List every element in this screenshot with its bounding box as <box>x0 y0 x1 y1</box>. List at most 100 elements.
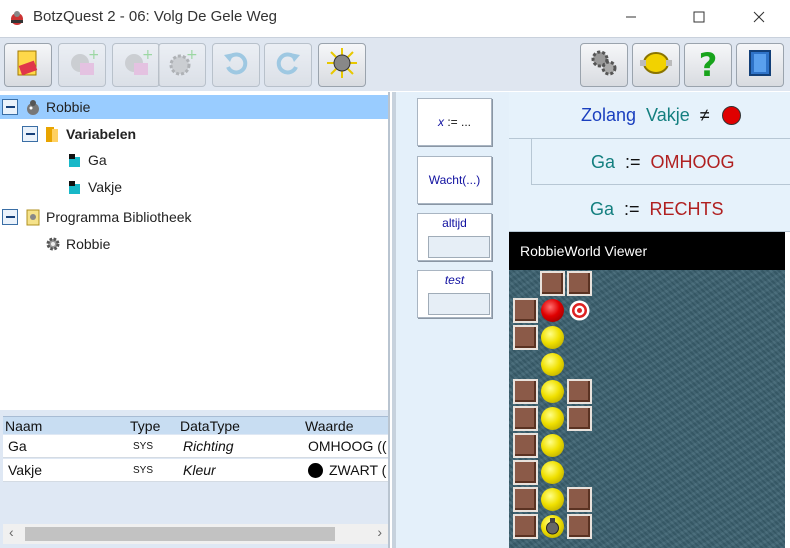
scroll-left-arrow[interactable]: ‹ <box>9 524 14 540</box>
not-equal-operator: ≠ <box>699 105 710 125</box>
red-ball <box>540 298 565 323</box>
exit-door-icon <box>744 47 776 84</box>
program-editor[interactable]: Zolang Vakje ≠ Ga := OMHOOG Ga := RECHTS <box>509 92 790 232</box>
cell-datatype: Richting <box>183 438 234 454</box>
always-statement-card[interactable]: altijd <box>417 213 492 261</box>
horizontal-scrollbar[interactable]: ‹ › <box>3 524 388 544</box>
viewer-title: RobbieWorld Viewer <box>520 243 648 259</box>
assign-value: RECHTS <box>649 199 724 219</box>
maximize-button[interactable] <box>676 0 722 34</box>
gear-icon <box>44 235 62 253</box>
condition-slot <box>428 293 490 315</box>
table-row[interactable]: Vakje SYS Kleur ZWART ( <box>3 459 388 482</box>
while-block[interactable]: Zolang Vakje ≠ <box>509 92 790 139</box>
robot-icon <box>546 518 559 535</box>
cell-datatype: Kleur <box>183 462 216 478</box>
black-dot-icon <box>308 462 323 478</box>
redo-icon <box>272 47 304 84</box>
wall-tile <box>567 406 592 431</box>
redo-button[interactable] <box>264 43 312 87</box>
table-row[interactable]: Ga SYS Richting OMHOOG (( <box>3 435 388 458</box>
statement-palette: x := ... Wacht(...) altijd test <box>392 92 509 548</box>
folder-icon <box>44 125 62 143</box>
test-statement-card[interactable]: test <box>417 270 492 318</box>
coin-button[interactable] <box>632 43 680 87</box>
tree-item-robbie[interactable]: Robbie <box>0 95 388 119</box>
assign-statement-1[interactable]: Ga := OMHOOG <box>531 139 790 185</box>
collapse-toggle[interactable] <box>2 209 18 225</box>
scrollbar-thumb[interactable] <box>25 527 335 541</box>
add-robot-button-2[interactable]: + <box>112 43 160 87</box>
undo-button[interactable] <box>212 43 260 87</box>
wall-tile <box>513 406 538 431</box>
scroll-right-arrow[interactable]: › <box>377 524 382 540</box>
tree-item-var-vakje[interactable]: Vakje <box>66 175 122 199</box>
add-robot-pink-icon: + <box>66 47 100 84</box>
tree-item-lib-robbie[interactable]: Robbie <box>44 232 110 256</box>
assign-operator: := <box>624 199 640 219</box>
bomb-spark-icon <box>325 46 359 85</box>
tree-item-label: Programma Bibliotheek <box>46 209 192 225</box>
wall-tile <box>567 271 592 296</box>
wait-statement-card[interactable]: Wacht(...) <box>417 156 492 204</box>
minimize-button[interactable] <box>608 0 654 34</box>
tree-item-label: Vakje <box>88 179 122 195</box>
tree-item-label: Robbie <box>66 236 111 252</box>
while-keyword: Zolang <box>581 105 637 125</box>
cell-naam: Vakje <box>8 462 42 478</box>
yellow-ball <box>540 379 565 404</box>
title-bar: BotzQuest 2 - 06: Volg De Gele Weg <box>0 0 790 36</box>
help-button[interactable]: ? <box>684 43 732 87</box>
svg-text:+: + <box>186 47 198 63</box>
wall-tile <box>540 271 565 296</box>
world-canvas[interactable] <box>509 270 785 548</box>
library-book-icon <box>24 208 42 226</box>
wall-tile <box>567 487 592 512</box>
tree-item-variabelen[interactable]: Variabelen <box>22 122 136 146</box>
run-button[interactable] <box>318 43 366 87</box>
assign-statement-2[interactable]: Ga := RECHTS <box>509 185 790 232</box>
add-gear-button[interactable]: + <box>158 43 206 87</box>
while-line: Zolang Vakje ≠ <box>581 105 741 126</box>
program-tree[interactable]: Robbie Variabelen Ga Vakje Programma Bib… <box>0 92 390 410</box>
wall-tile <box>513 487 538 512</box>
tree-item-var-ga[interactable]: Ga <box>66 148 107 172</box>
wall-tile <box>513 460 538 485</box>
col-header-naam[interactable]: Naam <box>5 418 42 434</box>
help-icon: ? <box>698 46 718 84</box>
close-button[interactable] <box>736 0 782 34</box>
exit-button[interactable] <box>736 43 784 87</box>
assign-variable: Ga <box>591 152 616 172</box>
yellow-ball <box>540 487 565 512</box>
col-header-waarde[interactable]: Waarde <box>305 418 354 434</box>
toolbar: + + + ? <box>0 37 790 91</box>
grid-header: Naam Type DataType Waarde <box>3 416 388 434</box>
yellow-ball <box>540 352 565 377</box>
coin-icon <box>638 47 674 84</box>
wall-tile <box>513 514 538 539</box>
assign-variable: Ga <box>590 199 615 219</box>
settings-button[interactable] <box>580 43 628 87</box>
red-dot-icon <box>721 106 741 125</box>
cell-naam: Ga <box>8 438 27 454</box>
add-robot-pink-icon: + <box>120 47 154 84</box>
assign-operator: := <box>625 152 641 172</box>
wall-tile <box>513 298 538 323</box>
add-robot-button-1[interactable]: + <box>58 43 106 87</box>
assign-statement-card[interactable]: x := ... <box>417 98 492 146</box>
eraser-button[interactable] <box>4 43 52 87</box>
condition-slot <box>428 236 490 258</box>
col-header-datatype[interactable]: DataType <box>180 418 240 434</box>
collapse-toggle[interactable] <box>22 126 38 142</box>
yellow-ball <box>540 325 565 350</box>
tree-item-label: Ga <box>88 152 107 168</box>
collapse-toggle[interactable] <box>2 99 18 115</box>
assign-line: Ga := OMHOOG <box>591 152 735 173</box>
tree-item-library[interactable]: Programma Bibliotheek <box>0 205 192 229</box>
tree-item-label: Robbie <box>46 99 91 115</box>
assign-op-label: := ... <box>443 115 471 129</box>
robot-icon <box>24 98 42 116</box>
svg-text:+: + <box>142 47 152 63</box>
col-header-type[interactable]: Type <box>130 418 160 434</box>
tree-item-label: Variabelen <box>66 126 137 142</box>
